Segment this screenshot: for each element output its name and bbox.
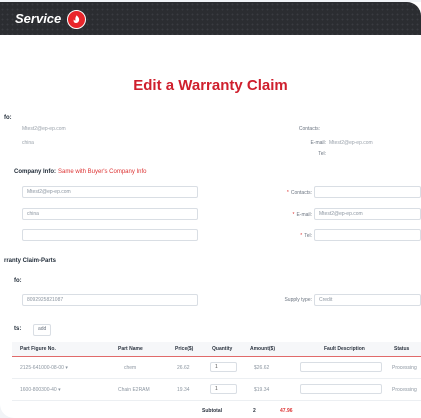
table-row[interactable]: 1600-800300-40 ▾ Chain E2RAM 19.34 1 $19…: [12, 379, 421, 401]
brand-logo-icon[interactable]: [67, 10, 86, 29]
buyer-tel-label: Tel:: [318, 151, 326, 157]
buyer-contacts-label: Contacts:: [298, 126, 320, 132]
company-info-heading-text: Company Info:: [14, 169, 56, 175]
subtotal-amount: 47.96: [280, 408, 293, 414]
supply-type-label: Supply type:: [284, 297, 312, 303]
buyer-email-value: Mtest2@ep-ep.com: [329, 140, 373, 146]
subtotal-quantity: 2: [253, 408, 256, 414]
cell-figure-no[interactable]: 1600-800300-40 ▾: [20, 387, 61, 393]
company-email-label: * E-mail:: [292, 212, 312, 218]
cell-status: Processing: [392, 365, 417, 371]
col-amount: Amount($): [250, 346, 275, 352]
subtotal-row: Subtotal 2 47.96: [12, 401, 421, 418]
table-row[interactable]: 2125-641000-08-00 ▾ chem 26.62 1 $26.62 …: [12, 357, 421, 379]
cell-price: 26.62: [177, 365, 190, 371]
buyer-email-label: E-mail:: [310, 140, 326, 146]
brand-name: Service: [15, 11, 62, 26]
company-contacts-input[interactable]: [314, 186, 421, 198]
company-email-input[interactable]: Mtest2@ep-ep.com: [22, 186, 198, 198]
cell-amount: $26.62: [254, 365, 270, 371]
col-part-figure-no: Part Figure No.: [20, 346, 56, 352]
buyer-company-text: china: [22, 140, 34, 146]
screenshot-frame: Service Edit a Warranty Claim fo: Mtest2…: [0, 0, 421, 418]
quantity-input[interactable]: 1: [210, 384, 237, 394]
cell-amount: $19.34: [254, 387, 270, 393]
col-quantity: Quantity: [212, 346, 233, 352]
table-header: Part Figure No. Part Name Price($) Quant…: [12, 342, 421, 357]
company-email-label-text: E-mail:: [296, 212, 312, 218]
col-price: Price($): [175, 346, 194, 352]
parts-info-heading: fo:: [14, 278, 22, 284]
cell-price: 19.34: [177, 387, 190, 393]
page-title: Edit a Warranty Claim: [133, 77, 288, 94]
parts-table: Part Figure No. Part Name Price($) Quant…: [12, 342, 421, 418]
add-part-button[interactable]: add: [33, 324, 52, 336]
col-status: Status: [394, 346, 410, 352]
parts-list-label: ts:: [14, 326, 22, 332]
top-bar: Service: [0, 2, 421, 35]
col-fault-description: Fault Description: [324, 346, 365, 352]
same-with-buyer-link[interactable]: Same with Buyer's Company Info: [58, 169, 147, 175]
cell-figure-no[interactable]: 2125-641000-08-00 ▾: [20, 365, 68, 371]
subtotal-label: Subtotal: [202, 408, 222, 414]
cell-part-name: Chain E2RAM: [118, 387, 150, 393]
company-extra-input[interactable]: [22, 229, 198, 241]
company-tel-input[interactable]: [314, 229, 421, 241]
company-email-field[interactable]: Mtest2@ep-ep.com: [314, 208, 421, 220]
claim-parts-heading: rranty Claim-Parts: [4, 258, 57, 264]
fault-description-input[interactable]: [300, 362, 382, 372]
cell-status: Processing: [392, 387, 417, 393]
company-info-heading: Company Info: Same with Buyer's Company I…: [14, 169, 147, 175]
buyer-info-heading: fo:: [4, 115, 12, 121]
cell-part-name: chem: [124, 365, 137, 371]
company-tel-label: * Tel:: [300, 233, 312, 239]
company-contacts-label-text: Contacts:: [290, 190, 312, 196]
quantity-input[interactable]: 1: [210, 362, 237, 372]
company-tel-label-text: Tel:: [304, 233, 312, 239]
col-part-name: Part Name: [118, 346, 143, 352]
serial-number-input[interactable]: 8092925821087: [22, 294, 198, 306]
company-contacts-label: * Contacts:: [286, 190, 312, 196]
buyer-email-text: Mtest2@ep-ep.com: [22, 126, 66, 132]
fault-description-input[interactable]: [300, 384, 382, 394]
supply-type-select[interactable]: Credit: [314, 294, 421, 306]
page-sheet: Service Edit a Warranty Claim fo: Mtest2…: [0, 2, 421, 418]
company-name-input[interactable]: china: [22, 208, 198, 220]
